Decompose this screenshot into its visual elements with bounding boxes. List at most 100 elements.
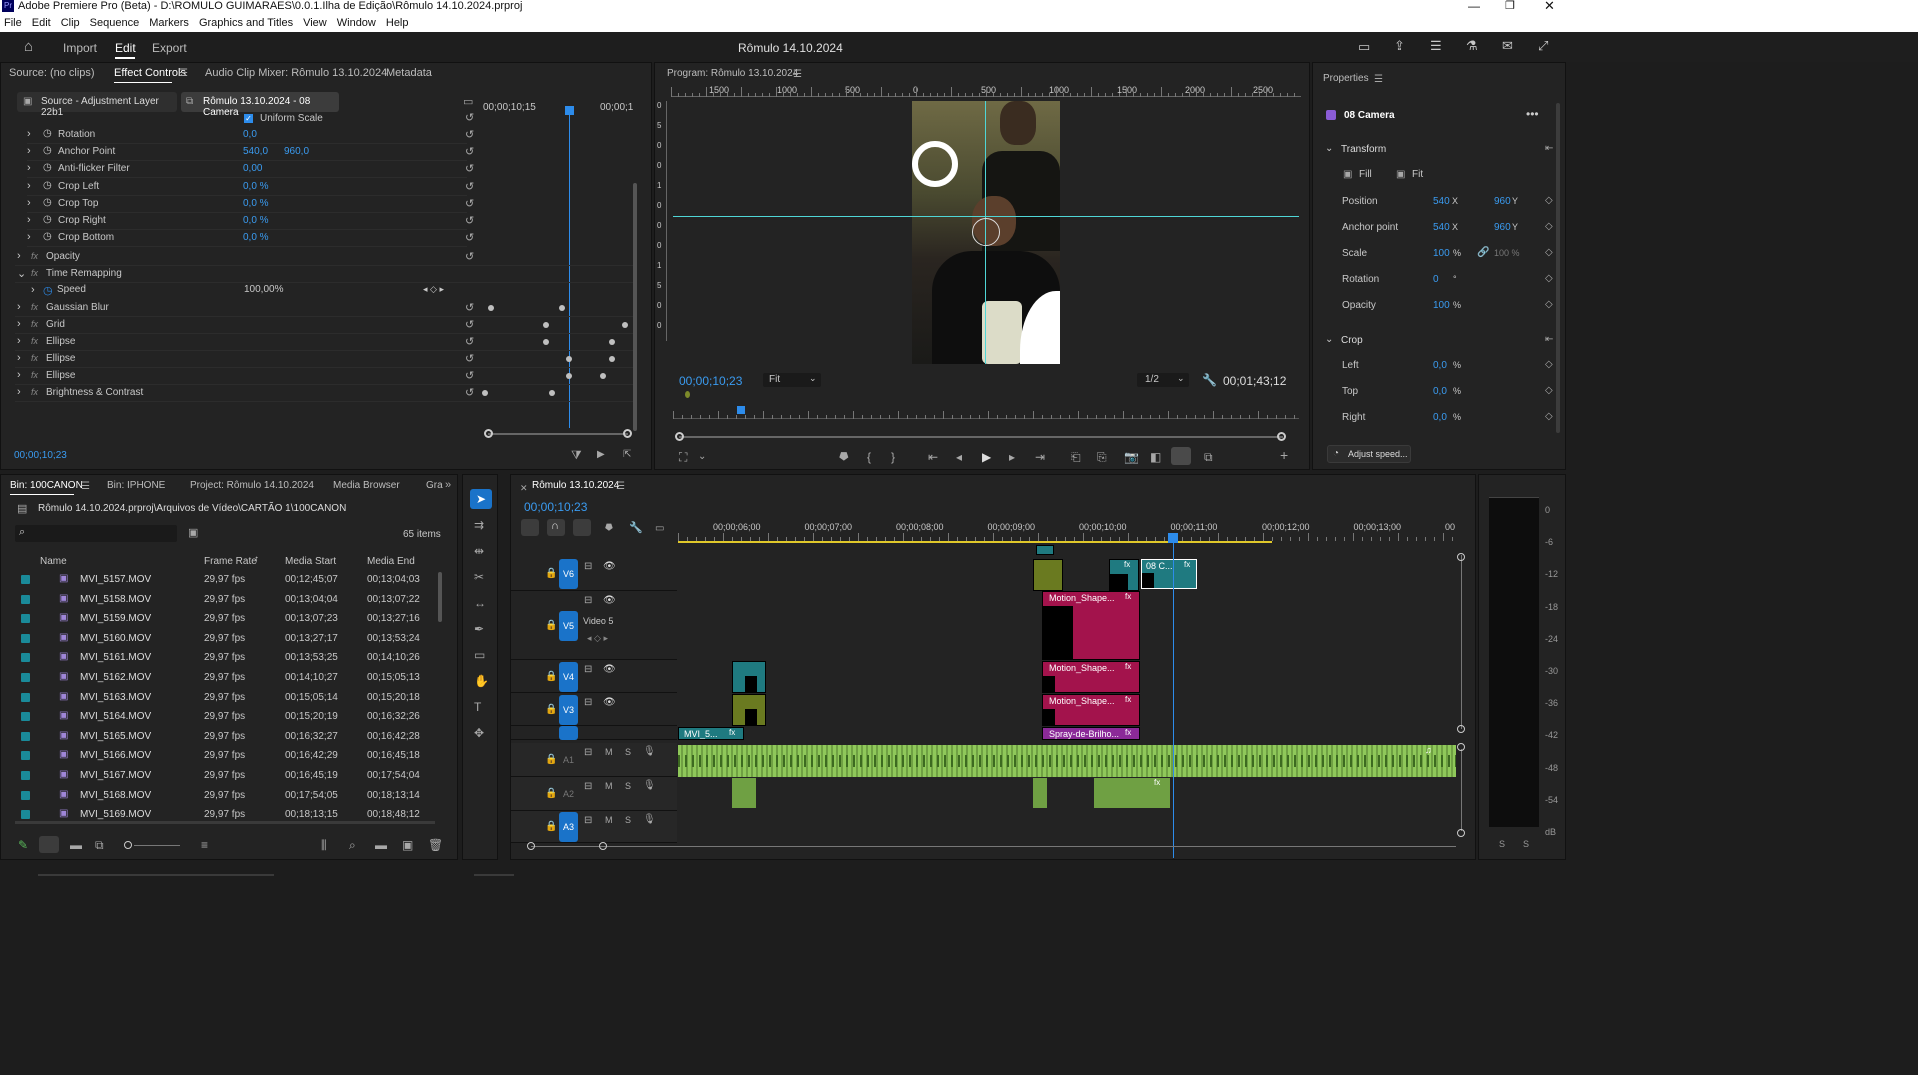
clip-motion-shape-v3[interactable]: Motion_Shape... fx (1042, 694, 1140, 726)
export-frame-icon[interactable]: 📷 (1124, 451, 1139, 463)
trash-icon[interactable]: 🗑 (428, 839, 443, 851)
add-marker-icon[interactable]: ⯂ (838, 451, 848, 463)
menu-graphics[interactable]: Graphics and Titles (199, 14, 293, 32)
keyframe[interactable] (549, 390, 555, 396)
value[interactable]: 0 (1433, 274, 1439, 285)
mute-button[interactable]: M (605, 781, 613, 791)
zoom-slider[interactable] (134, 845, 180, 846)
track-target-v5[interactable]: V5 (559, 610, 578, 641)
value[interactable]: 0,0 (1433, 412, 1447, 423)
expand-icon[interactable]: › (27, 214, 31, 226)
fx-icon[interactable]: fx (31, 302, 38, 312)
value[interactable]: 0,0 (1433, 360, 1447, 371)
clip-v7[interactable] (1036, 545, 1054, 555)
reset-icon[interactable]: ⇤ (1545, 143, 1553, 155)
mute-button[interactable]: M (605, 815, 613, 825)
value-x[interactable]: 540 (1433, 196, 1450, 207)
reset-icon[interactable]: ↺ (465, 214, 474, 227)
lift-icon[interactable]: ⎗ (1071, 451, 1081, 463)
mute-button[interactable]: M (605, 747, 613, 757)
keyframe[interactable] (600, 373, 606, 379)
maximize-icon[interactable]: ❐ (1505, 0, 1515, 12)
property-value[interactable]: 0,0 % (243, 215, 269, 226)
wrench-icon[interactable]: 🔧 (629, 522, 643, 534)
zoom-slider-handle[interactable] (124, 841, 132, 849)
menu-markers[interactable]: Markers (149, 14, 189, 32)
panel-menu-icon[interactable]: ☰ (179, 68, 188, 80)
comparison-view-icon[interactable]: ◧ (1150, 451, 1161, 463)
zoom-handle-right[interactable] (623, 429, 632, 438)
col-name[interactable]: Name (40, 556, 67, 567)
track-target-a1[interactable]: A1 (559, 745, 578, 775)
keyframe-nav[interactable]: ◂ ◇ ▸ (423, 284, 444, 295)
crop-section[interactable]: Crop (1341, 335, 1363, 346)
track-target-v3[interactable]: V3 (559, 694, 578, 725)
menu-help[interactable]: Help (386, 14, 409, 32)
reset-icon[interactable]: ↺ (465, 301, 474, 314)
keyframe-toggle-icon[interactable]: ◇ (1545, 247, 1553, 258)
reset-icon[interactable]: ↺ (465, 231, 474, 244)
reset-icon[interactable]: ↺ (465, 335, 474, 348)
clip-mvi[interactable]: MVI_5... fx (678, 727, 744, 740)
timeline-ruler[interactable]: 00;00;06;00 00;00;07;00 00;00;08;00 00;00;0… (678, 519, 1458, 543)
tab-export[interactable]: Export (152, 41, 187, 55)
keyframe-nav[interactable]: ◂ ◇ ▸ (587, 633, 608, 644)
automate-icon[interactable]: ⫼ (321, 839, 327, 851)
expand-icon[interactable]: › (27, 128, 31, 140)
timeline-playhead-handle[interactable] (1168, 533, 1178, 543)
property-value[interactable]: 0,0 (243, 129, 257, 140)
link-icon[interactable]: 🔗 (1477, 247, 1489, 258)
vscroll-handle-bottom[interactable] (1457, 725, 1465, 733)
stopwatch-icon[interactable]: ◷ (43, 214, 52, 225)
fill-button[interactable]: Fill (1359, 169, 1372, 180)
menu-file[interactable]: File (4, 14, 22, 32)
value[interactable]: 100 (1433, 300, 1450, 311)
filter-icon[interactable]: ⧩ (571, 449, 582, 461)
generative-extend-icon[interactable]: ✥ (474, 727, 484, 739)
reset-icon[interactable]: ↺ (465, 180, 474, 193)
label-color[interactable] (21, 673, 30, 682)
fit-icon[interactable]: ▣ (1396, 169, 1405, 181)
reset-icon[interactable]: ↺ (465, 318, 474, 331)
value-x[interactable]: 540 (1433, 222, 1450, 233)
feedback-icon[interactable]: ✉ (1502, 38, 1513, 54)
mic-icon[interactable]: 🎙 (643, 780, 656, 791)
beta-icon[interactable]: ⚗ (1466, 38, 1478, 54)
list-item[interactable]: ▣ MVI_5159.MOV 29,97 fps 00;13;07;23 00;13;2… (15, 610, 435, 629)
vr-video-icon[interactable]: ⧉ (1204, 451, 1213, 463)
audio-clip-a2-a[interactable] (732, 778, 756, 808)
track-target[interactable] (559, 726, 578, 740)
zoom-handle-left[interactable] (484, 429, 493, 438)
icon-view-icon[interactable]: ▬ (70, 839, 82, 851)
list-item[interactable]: ▣ MVI_5162.MOV 29,97 fps 00;14;10;27 00;15;0… (15, 669, 435, 688)
col-media-start[interactable]: Media Start (285, 556, 336, 567)
resolution-select[interactable]: 1/2 ⌄ (1137, 373, 1189, 387)
sync-lock-icon[interactable]: ⊟ (584, 697, 592, 708)
tab-import[interactable]: Import (63, 41, 97, 55)
video-vscroll[interactable] (1461, 555, 1462, 729)
property-value[interactable]: 0,0 % (243, 232, 269, 243)
keyframe[interactable] (482, 390, 488, 396)
expand-icon[interactable]: ⌄ (17, 267, 26, 280)
uniform-scale-checkbox[interactable]: ✓ (244, 114, 253, 123)
mic-icon[interactable]: 🎙 (643, 746, 656, 757)
label-color[interactable] (21, 575, 30, 584)
menu-clip[interactable]: Clip (61, 14, 80, 32)
list-item[interactable]: ▣ MVI_5160.MOV 29,97 fps 00;13;27;17 00;13;5… (15, 630, 435, 649)
list-item[interactable]: ▣ MVI_5157.MOV 29,97 fps 00;12;45;07 00;13;0… (15, 571, 435, 590)
clip-motion-shape-v4[interactable]: Motion_Shape... fx (1042, 661, 1140, 693)
keyframe-toggle-icon[interactable]: ◇ (1545, 411, 1553, 422)
label-color[interactable] (21, 751, 30, 761)
insert-sequence-button[interactable] (521, 519, 539, 536)
type-icon[interactable]: T (474, 701, 481, 713)
tab-edit[interactable]: Edit (115, 41, 136, 55)
list-item[interactable]: ▣ MVI_5168.MOV 29,97 fps 00;17;54;05 00;18;1… (15, 787, 435, 806)
transform-section[interactable]: Transform (1341, 144, 1386, 155)
clip-v3-a[interactable] (732, 694, 766, 726)
export-frame-icon[interactable]: ⇱ (623, 449, 631, 461)
ripple-edit-icon[interactable]: ⇹ (474, 545, 484, 557)
eye-icon[interactable]: 👁 (603, 664, 616, 675)
toggle-proxies-button[interactable] (1171, 447, 1191, 465)
list-item[interactable]: ▣ MVI_5164.MOV 29,97 fps 00;15;20;19 00;16;3… (15, 708, 435, 727)
chevron-down-icon[interactable]: ⌄ (698, 451, 706, 463)
